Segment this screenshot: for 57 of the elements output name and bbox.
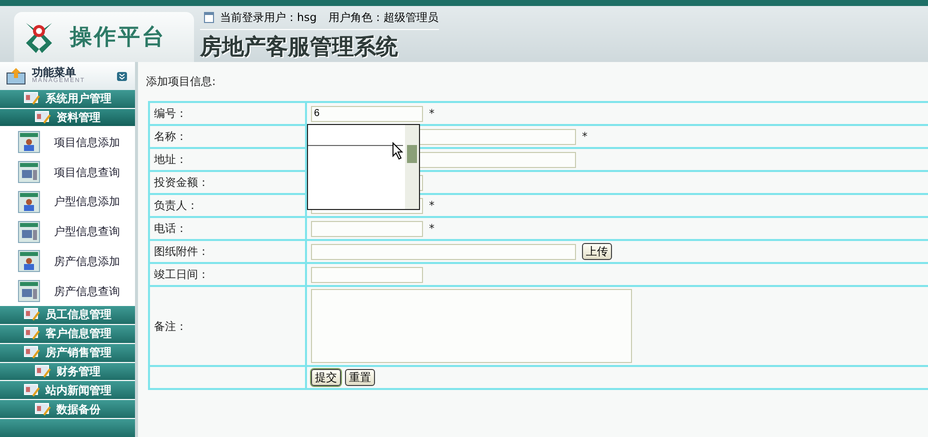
cursor-icon <box>392 142 404 160</box>
field-label: 图纸附件： <box>149 240 306 263</box>
field-label: 负责人： <box>149 194 306 217</box>
input-field[interactable]: 6 <box>311 106 423 122</box>
upload-button[interactable]: 上传 <box>582 243 612 260</box>
field-label: 名称： <box>149 125 306 148</box>
required-mark: * <box>582 130 588 143</box>
person-form-icon <box>18 131 40 154</box>
user-info: 当前登录用户：hsg <box>220 10 317 25</box>
reset-button[interactable]: 重置 <box>345 369 375 386</box>
id-card-icon <box>24 308 40 322</box>
menu-group[interactable]: 站内新闻管理 <box>0 381 135 400</box>
autocomplete-dropdown[interactable] <box>307 124 420 210</box>
submit-button[interactable]: 提交 <box>311 369 341 386</box>
computer-form-icon <box>18 161 40 184</box>
id-card-icon <box>24 384 40 397</box>
menu-group[interactable]: 资料管理 <box>0 108 135 126</box>
collapse-icon[interactable] <box>117 72 127 81</box>
form-field-cell[interactable]: 6 * <box>306 102 928 125</box>
computer-form-icon <box>18 220 40 243</box>
input-field[interactable] <box>311 220 423 236</box>
menu-group[interactable]: 数据备份 <box>0 400 135 418</box>
id-card-icon <box>34 402 50 416</box>
file-path-field[interactable] <box>311 244 576 260</box>
upload-box-icon <box>6 66 26 85</box>
person-form-icon <box>18 250 40 272</box>
required-mark: * <box>429 222 434 235</box>
menu-group[interactable]: 员工信息管理 <box>0 306 135 324</box>
field-label: 编号： <box>149 102 306 125</box>
form-field-cell[interactable]: 上传 <box>306 240 928 263</box>
logo-text: 操作平台 <box>70 24 166 52</box>
menu-group[interactable]: 客户信息管理 <box>0 324 135 343</box>
field-label: 投资金额： <box>149 171 306 194</box>
window-icon <box>204 12 214 23</box>
id-card-icon <box>24 346 40 360</box>
computer-form-icon <box>18 280 40 302</box>
field-label: 备注： <box>149 286 306 366</box>
system-title: 房地产客服管理系统 <box>200 33 399 62</box>
role-info: 用户角色：超级管理员 <box>328 10 439 25</box>
menu-group[interactable]: 财务管理 <box>0 362 135 380</box>
form-field-cell[interactable] <box>306 286 928 366</box>
form-title: 添加项目信息: <box>146 74 217 90</box>
field-label: 电话： <box>149 217 306 240</box>
required-mark: * <box>429 199 434 212</box>
person-form-icon <box>18 190 40 213</box>
required-mark: * <box>429 107 434 120</box>
field-label: 地址： <box>149 148 306 171</box>
id-card-icon <box>34 111 50 124</box>
id-card-icon <box>24 327 40 340</box>
field-label: 竣工日间： <box>149 263 306 286</box>
id-card-icon <box>24 92 40 106</box>
input-field[interactable] <box>311 266 423 282</box>
remarks-field[interactable] <box>311 289 632 363</box>
menu-group[interactable]: 系统用户管理 <box>0 90 135 108</box>
menu-group[interactable]: 房产销售管理 <box>0 344 135 362</box>
id-card-icon <box>34 365 50 378</box>
menu-title: 功能菜单 <box>32 67 76 78</box>
